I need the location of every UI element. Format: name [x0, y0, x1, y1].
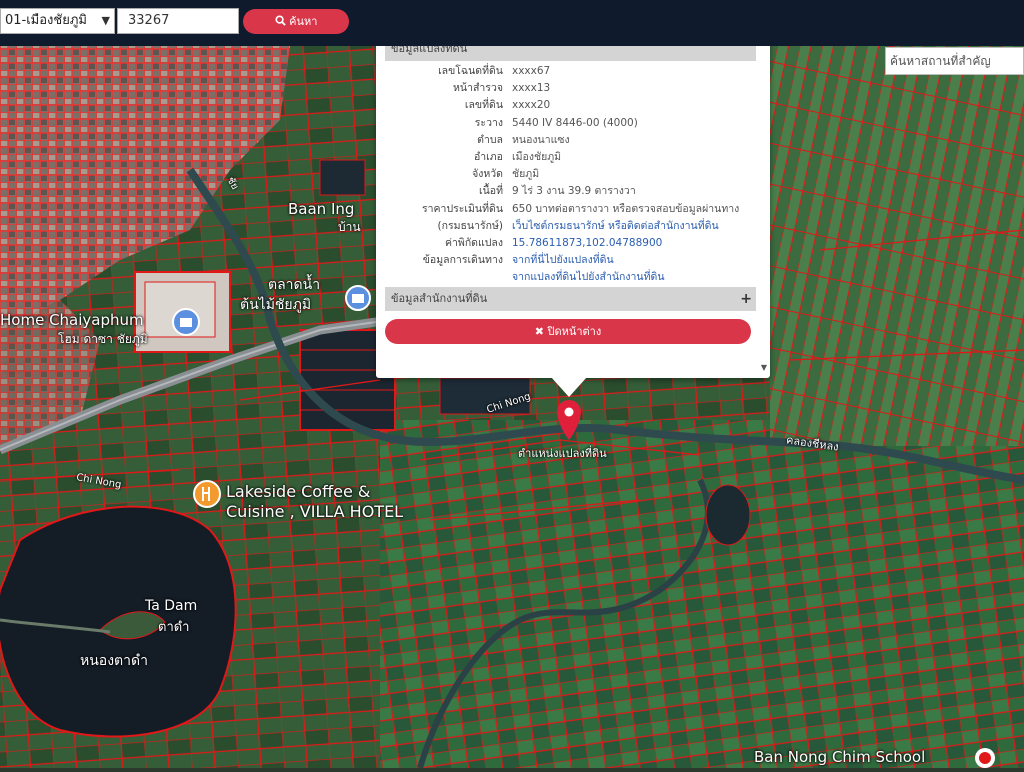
close-icon: ✖: [534, 325, 544, 338]
info-value: 9 ไร่ 3 งาน 39.9 ตารางวา: [512, 185, 636, 198]
directions-to-parcel-link[interactable]: จากที่นี่ไปยังแปลงที่ดิน: [512, 252, 614, 269]
close-window-button[interactable]: ✖ ปิดหน้าต่าง: [385, 319, 751, 344]
place-label-home-chaiyaphum: Home Chaiyaphum: [0, 311, 144, 329]
shopping-bag-icon-hotel: [172, 308, 200, 336]
info-row: (กรมธนารักษ์) เว็บไซต์กรมธนารักษ์ หรือติด…: [385, 218, 756, 235]
scroll-down-icon[interactable]: ▼: [761, 363, 767, 372]
treasury-website-link[interactable]: เว็บไซต์กรมธนารักษ์ หรือติดต่อสำนักงานที…: [512, 218, 719, 235]
place-search-placeholder: ค้นหาสถานที่สำคัญ: [890, 54, 991, 68]
restaurant-icon: [193, 480, 221, 508]
chevron-down-icon: ▼: [101, 14, 110, 27]
info-row: ระวาง 5440 IV 8446-00 (4000): [385, 115, 756, 132]
place-label-lakeside-2: Cuisine , VILLA HOTEL: [226, 502, 404, 521]
info-row: ค่าพิกัดแปลง 15.78611873,102.04788900: [385, 235, 756, 252]
search-icon: [275, 15, 290, 28]
info-label: ข้อมูลการเดินทาง: [422, 254, 503, 267]
info-value: xxxx13: [512, 82, 551, 95]
section-land-office-header[interactable]: ข้อมูลสำนักงานที่ดิน +: [385, 287, 756, 311]
info-label: เลขโฉนดที่ดิน: [438, 65, 503, 77]
info-row: ราคาประเมินที่ดิน 650 บาทต่อตารางวา หรือต…: [385, 201, 756, 218]
info-value: 5440 IV 8446-00 (4000): [512, 116, 638, 129]
place-label-baan-ing-th: บ้าน: [338, 220, 361, 234]
info-row: อำเภอ เมืองชัยภูมิ: [385, 149, 756, 166]
info-row: ตำบล หนองนาแซง: [385, 132, 756, 149]
coordinates-link[interactable]: 15.78611873,102.04788900: [512, 235, 662, 252]
info-value: xxxx67: [512, 65, 551, 77]
place-label-home-chaiyaphum-th: โฮม ดาซา ชัยภูมิ: [58, 332, 148, 346]
parcel-number-input[interactable]: 33267: [117, 8, 239, 34]
search-button-label: ค้นหา: [289, 15, 318, 28]
parcel-marker-label: ตำแหน่งแปลงที่ดิน: [518, 447, 607, 460]
info-label: ระวาง: [474, 116, 503, 129]
search-button[interactable]: ค้นหา: [243, 9, 349, 34]
section-land-office-title: ข้อมูลสำนักงานที่ดิน: [391, 292, 488, 305]
parcel-info-rows: เลขโฉนดที่ดิน xxxx67 หน้าสำรวจ xxxx13 เลขท…: [385, 63, 756, 286]
info-label: เนื้อที่: [479, 185, 503, 198]
info-label: (กรมธนารักษ์): [437, 219, 503, 232]
info-label: หน้าสำรวจ: [453, 82, 503, 95]
info-row: เนื้อที่ 9 ไร่ 3 งาน 39.9 ตารางวา: [385, 183, 756, 200]
place-label-nong-ta-dam: หนองตาดำ: [80, 653, 148, 669]
place-label-market2: ต้นไม้ชัยภูมิ: [240, 297, 312, 313]
info-row: ข้อมูลการเดินทาง จากที่นี่ไปยังแปลงที่ดิน: [385, 252, 756, 269]
info-label: ราคาประเมินที่ดิน: [421, 202, 503, 215]
info-value: xxxx20: [512, 99, 551, 112]
popup-pointer: [551, 377, 587, 397]
info-row: หน้าสำรวจ xxxx13: [385, 80, 756, 97]
place-label-ta-dam: Ta Dam: [145, 598, 198, 614]
place-label-lakeside-1: Lakeside Coffee &: [226, 482, 371, 501]
info-label: ตำบล: [477, 133, 503, 146]
place-label-school: Ban Nong Chim School: [754, 748, 926, 766]
info-label: ค่าพิกัดแปลง: [444, 236, 503, 249]
info-value: หนองนาแซง: [512, 133, 570, 146]
close-window-label: ปิดหน้าต่าง: [547, 325, 602, 338]
top-toolbar: 01-เมืองชัยภูมิ ▼ 33267 ค้นหา: [0, 0, 1024, 46]
info-value: เมืองชัยภูมิ: [512, 150, 562, 163]
place-search-input[interactable]: ค้นหาสถานที่สำคัญ: [885, 47, 1024, 75]
district-select[interactable]: 01-เมืองชัยภูมิ ▼: [0, 8, 115, 34]
parcel-info-popup: ข้อมูลแปลงที่ดิน เลขโฉนดที่ดิน xxxx67 หน้…: [376, 37, 770, 378]
place-label-baan-ing: Baan Ing: [288, 200, 355, 218]
directions-to-office-link[interactable]: จากแปลงที่ดินไปยังสำนักงานที่ดิน: [512, 269, 665, 286]
info-row: เลขที่ดิน xxxx20: [385, 97, 756, 114]
info-row: จากแปลงที่ดินไปยังสำนักงานที่ดิน: [385, 269, 756, 286]
shopping-bag-icon: [345, 285, 371, 311]
place-label-ta-dam-th: ตาดำ: [158, 620, 190, 635]
place-label-market: ตลาดน้ำ: [268, 277, 321, 293]
info-value: 650 บาทต่อตารางวา หรือตรวจสอบข้อมูลผ่านท…: [512, 202, 740, 215]
parcel-number-value: 33267: [128, 13, 170, 28]
info-value: ชัยภูมิ: [512, 168, 540, 181]
info-label: เลขที่ดิน: [464, 99, 503, 112]
info-row: เลขโฉนดที่ดิน xxxx67: [385, 63, 756, 80]
info-label: อำเภอ: [473, 150, 503, 163]
info-row: จังหวัด ชัยภูมิ: [385, 166, 756, 183]
expand-plus-icon[interactable]: +: [740, 287, 752, 311]
info-label: จังหวัด: [472, 168, 503, 181]
district-select-value: 01-เมืองชัยภูมิ: [5, 13, 87, 28]
